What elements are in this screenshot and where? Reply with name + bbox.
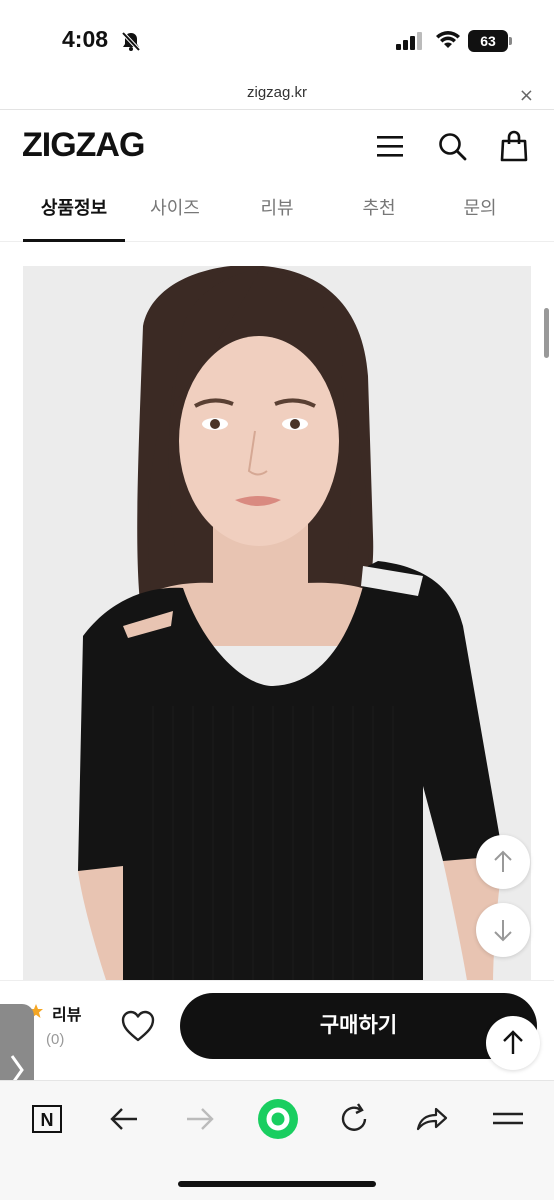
menu-icon[interactable] (374, 130, 406, 162)
hamburger-menu-icon[interactable] (488, 1099, 528, 1139)
tab-product-info[interactable]: 상품정보 (23, 180, 125, 242)
arrow-up-icon (494, 850, 512, 872)
home-indicator[interactable] (178, 1181, 376, 1187)
heart-icon[interactable] (120, 1009, 156, 1043)
tab-review[interactable]: 리뷰 (226, 180, 328, 242)
naver-green-home-icon[interactable] (256, 1097, 300, 1141)
scroll-indicator[interactable] (544, 308, 549, 358)
review-label: 리뷰 (52, 1005, 82, 1024)
tab-size[interactable]: 사이즈 (124, 180, 226, 242)
product-image (23, 266, 531, 986)
naver-label: N (41, 1110, 54, 1130)
forward-arrow-icon[interactable] (180, 1099, 220, 1139)
shopping-bag-icon[interactable] (498, 130, 530, 162)
share-icon[interactable] (412, 1099, 452, 1139)
bell-off-icon (121, 31, 141, 52)
address-bar[interactable]: zigzag.kr × (0, 80, 554, 110)
back-arrow-icon[interactable] (104, 1099, 144, 1139)
tab-recommend[interactable]: 추천 (328, 180, 430, 242)
status-bar: 4:08 63 (0, 0, 554, 80)
scroll-up-button[interactable] (476, 835, 530, 889)
reload-icon[interactable] (334, 1099, 374, 1139)
tab-inquiry[interactable]: 문의 (429, 180, 531, 242)
buy-button[interactable]: 구매하기 (180, 993, 537, 1059)
site-header: ZIGZAG (0, 110, 554, 180)
status-time: 4:08 (62, 26, 109, 52)
wifi-icon (436, 31, 460, 48)
zigzag-logo[interactable]: ZIGZAG (22, 126, 145, 165)
scroll-to-top-button[interactable] (486, 1016, 540, 1070)
scroll-down-button[interactable] (476, 903, 530, 957)
naver-home-button[interactable]: N (28, 1099, 68, 1139)
review-count: (0) (46, 1031, 65, 1048)
model-photo (23, 266, 531, 986)
arrow-down-icon (494, 920, 512, 942)
cell-signal-icon (396, 32, 422, 50)
search-icon[interactable] (436, 130, 468, 162)
product-tabs: 상품정보 사이즈 리뷰 추천 문의 (0, 180, 554, 242)
naver-icon: N (32, 1105, 62, 1133)
url-text[interactable]: zigzag.kr (0, 84, 554, 101)
arrow-up-icon (503, 1030, 523, 1054)
close-icon[interactable]: × (519, 85, 534, 106)
battery-indicator: 63 (468, 30, 512, 52)
purchase-bar: 리뷰 (0) 구매하기 (0, 980, 554, 1080)
